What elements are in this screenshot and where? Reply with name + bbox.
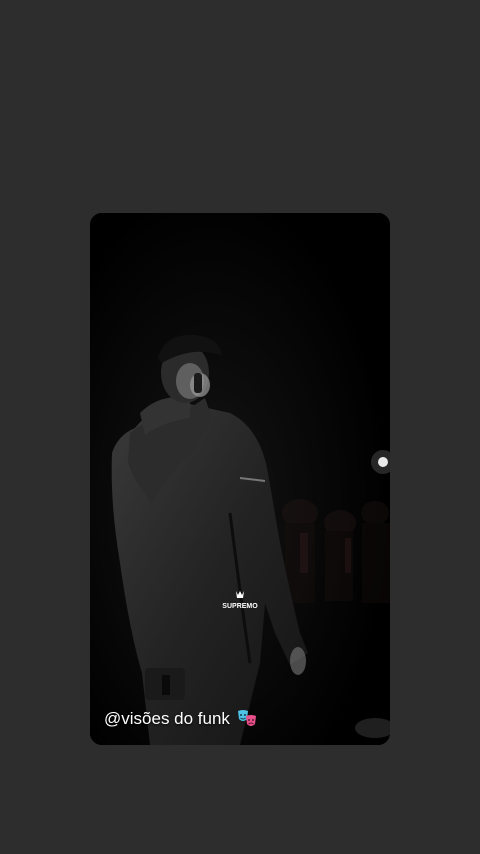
theater-masks-icon (237, 710, 256, 726)
caption-text: @visões do funk (104, 709, 230, 728)
story-viewer-screen: SUPREMO @visões do funk (0, 0, 480, 854)
crown-icon: SUPREMO (222, 591, 258, 610)
performer-photo (90, 213, 390, 745)
crowd-background (282, 499, 390, 603)
watermark-text: SUPREMO (222, 603, 258, 610)
story-caption: @visões do funk (104, 709, 258, 729)
story-card[interactable]: SUPREMO @visões do funk (90, 213, 390, 745)
